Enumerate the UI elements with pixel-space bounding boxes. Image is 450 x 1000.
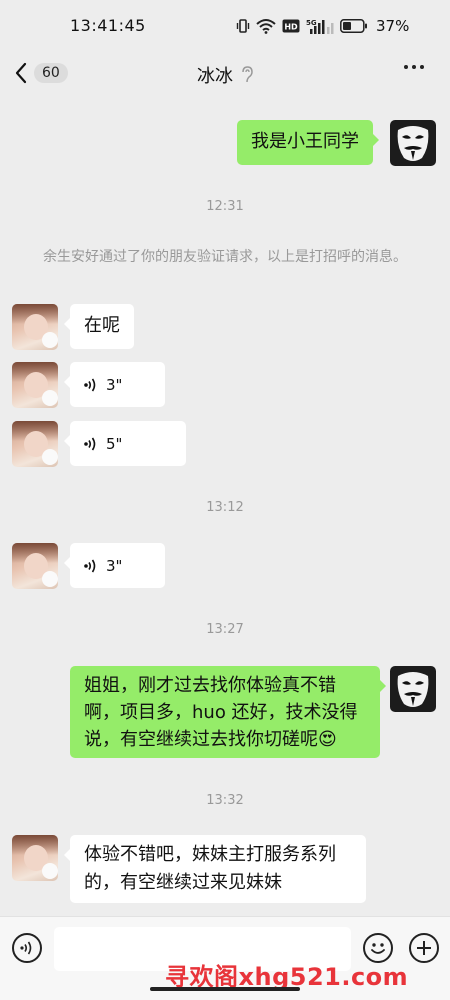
message-timestamp: 13:32 — [206, 793, 244, 808]
battery-icon — [340, 19, 367, 33]
voice-duration: 3" — [106, 375, 123, 394]
voice-wave-icon — [84, 559, 96, 572]
chat-title: 冰冰 — [0, 62, 450, 89]
contact-avatar[interactable] — [12, 362, 58, 408]
vibrate-icon — [236, 19, 250, 33]
voice-duration: 5" — [106, 434, 123, 453]
wifi-icon — [256, 19, 276, 34]
message-line: 体验不错吧，妹妹主打服务系列 — [84, 844, 336, 865]
more-dots-icon — [404, 65, 408, 69]
message-timestamp: 13:27 — [206, 622, 244, 637]
contact-name: 冰冰 — [197, 66, 233, 87]
message-text: 我是小王同学 — [251, 131, 359, 152]
contact-avatar[interactable] — [12, 421, 58, 467]
hd-icon: HD — [282, 19, 300, 33]
plus-icon — [417, 941, 431, 955]
contact-avatar[interactable] — [12, 543, 58, 589]
message-text: 在呢 — [84, 315, 120, 336]
status-bar: 13:41:45 HD 5G 37% — [0, 0, 450, 50]
message-line: 啊，项目多，huo 还好，技术没得 — [84, 702, 358, 723]
svg-text:HD: HD — [284, 23, 298, 32]
message-line: 的，有空继续过来见妹妹 — [84, 872, 282, 893]
incoming-message[interactable]: 在呢 — [64, 304, 134, 349]
system-icons: HD 5G 37% — [236, 17, 409, 35]
voice-wave-icon — [84, 378, 96, 391]
message-line: 说，有空继续过去找你切磋呢😍 — [84, 729, 337, 750]
voice-duration: 3" — [106, 556, 123, 575]
contact-avatar[interactable] — [12, 835, 58, 881]
status-time: 13:41:45 — [70, 16, 146, 35]
voice-message[interactable]: 5" — [64, 421, 186, 466]
mask-avatar-icon — [397, 126, 429, 161]
battery-percent: 37% — [376, 17, 410, 35]
network-type: 5G — [306, 19, 317, 27]
my-avatar[interactable] — [390, 666, 436, 712]
voice-message[interactable]: 3" — [64, 362, 165, 407]
message-timestamp: 12:31 — [206, 199, 244, 214]
message-timestamp: 13:12 — [206, 500, 244, 515]
more-functions-button[interactable] — [409, 933, 439, 963]
mask-avatar-icon — [397, 672, 429, 707]
signal-icon: 5G — [306, 19, 334, 34]
ear-icon — [241, 65, 253, 89]
voice-toggle-button[interactable] — [12, 933, 42, 963]
outgoing-message[interactable]: 姐姐，刚才过去找你体验真不错 啊，项目多，huo 还好，技术没得 说，有空继续过… — [70, 666, 386, 758]
message-list[interactable]: 我是小王同学 12:31 余生安好通过了你的朋友验证请求，以上是打招呼的消息。 … — [0, 96, 450, 916]
more-button[interactable] — [404, 65, 424, 69]
chat-header: 60 冰冰 — [0, 50, 450, 96]
outgoing-message[interactable]: 我是小王同学 — [237, 120, 379, 165]
incoming-message[interactable]: 体验不错吧，妹妹主打服务系列 的，有空继续过来见妹妹 — [64, 835, 366, 903]
message-line: 姐姐，刚才过去找你体验真不错 — [84, 675, 336, 696]
my-avatar[interactable] — [390, 120, 436, 166]
contact-avatar[interactable] — [12, 304, 58, 350]
system-message: 余生安好通过了你的朋友验证请求，以上是打招呼的消息。 — [43, 249, 407, 265]
voice-message[interactable]: 3" — [64, 543, 165, 588]
voice-wave-icon — [84, 437, 96, 450]
home-indicator[interactable] — [150, 987, 300, 991]
voice-icon — [20, 941, 32, 955]
input-bar: 寻欢阁xhg521.com — [0, 916, 450, 1000]
